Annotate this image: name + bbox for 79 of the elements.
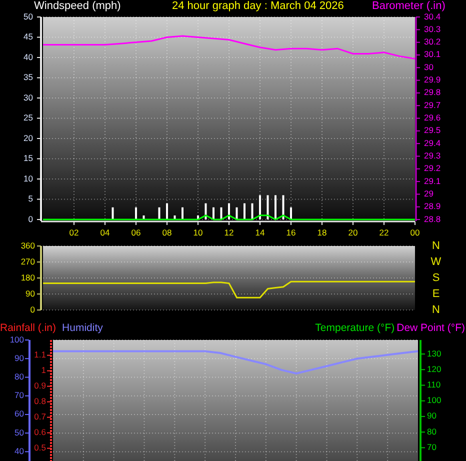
axis-label: 0 xyxy=(28,214,33,224)
axis-label: 70 xyxy=(14,390,24,400)
axis-label: 29.6 xyxy=(424,112,441,122)
axis-label: 90 xyxy=(427,410,436,421)
axis-label: 30 xyxy=(24,92,33,102)
axis-label: 28.8 xyxy=(424,214,441,224)
axis-label: 30.3 xyxy=(424,24,441,34)
axis-title: Windspeed (mph) xyxy=(34,0,122,12)
axis-label: 45 xyxy=(24,32,33,42)
axis-label: 04 xyxy=(100,227,110,238)
axis-title: Rainfall (.in) xyxy=(0,322,56,334)
compass-label: S xyxy=(432,272,440,284)
axis-label: 1 xyxy=(41,365,46,376)
axis-title: Barometer (.in) xyxy=(372,0,446,12)
axis-label: 0 xyxy=(30,304,35,314)
axis-label: 0.8 xyxy=(34,396,46,406)
axis-label: 90 xyxy=(14,352,24,363)
axis-label: 10 xyxy=(193,227,203,238)
axis-label: 30 xyxy=(424,62,434,72)
axis-label: 25 xyxy=(24,112,33,122)
axis-label: 0.7 xyxy=(34,412,46,422)
axis-label: 70 xyxy=(427,442,436,452)
axis-label: 80 xyxy=(14,371,24,382)
axis-label: 80 xyxy=(427,426,436,436)
axis-label: 0.6 xyxy=(34,427,46,438)
axis-title: Humidity xyxy=(62,322,103,334)
axis-label: 14 xyxy=(255,227,265,238)
axis-label: 90 xyxy=(26,288,35,298)
axis-label: 12 xyxy=(224,227,234,238)
axis-label: 110 xyxy=(427,379,441,390)
axis-label: 0.9 xyxy=(34,380,46,391)
axis-label: 29.7 xyxy=(424,100,441,110)
axis-label: 18 xyxy=(317,227,327,238)
chart-title: 24 hour graph day : March 04 2026 xyxy=(172,0,345,12)
axis-title: Temperature (°F) xyxy=(315,322,395,334)
axis-label: 16 xyxy=(286,227,296,238)
axis-label: 10 xyxy=(24,173,33,184)
axis-label: 15 xyxy=(24,153,33,163)
axis-label: 35 xyxy=(24,72,33,82)
legend-label: Dew Point (°F) xyxy=(396,322,465,334)
axis-label: 40 xyxy=(14,446,24,456)
axis-label: 30.2 xyxy=(424,36,441,47)
axis-label: 180 xyxy=(20,272,35,282)
axis-label: 06 xyxy=(131,227,141,238)
axis-label: 29 xyxy=(424,188,434,198)
axis-label: 08 xyxy=(162,227,172,238)
compass-label: N xyxy=(432,241,440,252)
axis-label: 0.5 xyxy=(34,442,46,453)
axis-label: 30.1 xyxy=(424,49,441,60)
axis-label: 270 xyxy=(20,256,35,266)
axis-label: 29.3 xyxy=(424,150,441,160)
axis-label: 00 xyxy=(410,227,420,238)
axis-label: 29.2 xyxy=(424,163,441,174)
axis-label: 130 xyxy=(427,348,442,358)
compass-label: W xyxy=(430,256,442,268)
axis-label: 02 xyxy=(69,227,79,238)
compass-label: N xyxy=(432,304,440,316)
axis-label: 360 xyxy=(20,241,35,250)
axis-label: 20 xyxy=(348,227,358,238)
axis-label: 29.4 xyxy=(424,138,441,148)
axis-label: 29.1 xyxy=(424,176,441,186)
axis-label: 22 xyxy=(379,227,389,238)
axis-label: 1.1 xyxy=(34,350,46,360)
axis-label: 60 xyxy=(14,408,24,419)
axis-label: 50 xyxy=(14,427,24,438)
compass-label: E xyxy=(432,288,440,300)
axis-label: 28.9 xyxy=(424,201,441,212)
axis-label: 30.4 xyxy=(424,12,441,22)
axis-label: 120 xyxy=(427,364,442,374)
axis-label: 50 xyxy=(24,12,33,22)
axis-label: 29.5 xyxy=(424,125,441,136)
axis-label: 100 xyxy=(427,395,442,406)
axis-label: 40 xyxy=(24,52,33,62)
axis-label: 5 xyxy=(28,194,33,204)
axis-label: 100 xyxy=(10,335,24,344)
axis-label: 20 xyxy=(24,132,33,143)
axis-label: 29.9 xyxy=(424,74,441,85)
axis-label: 29.8 xyxy=(424,87,441,98)
y-axis xyxy=(36,246,42,310)
